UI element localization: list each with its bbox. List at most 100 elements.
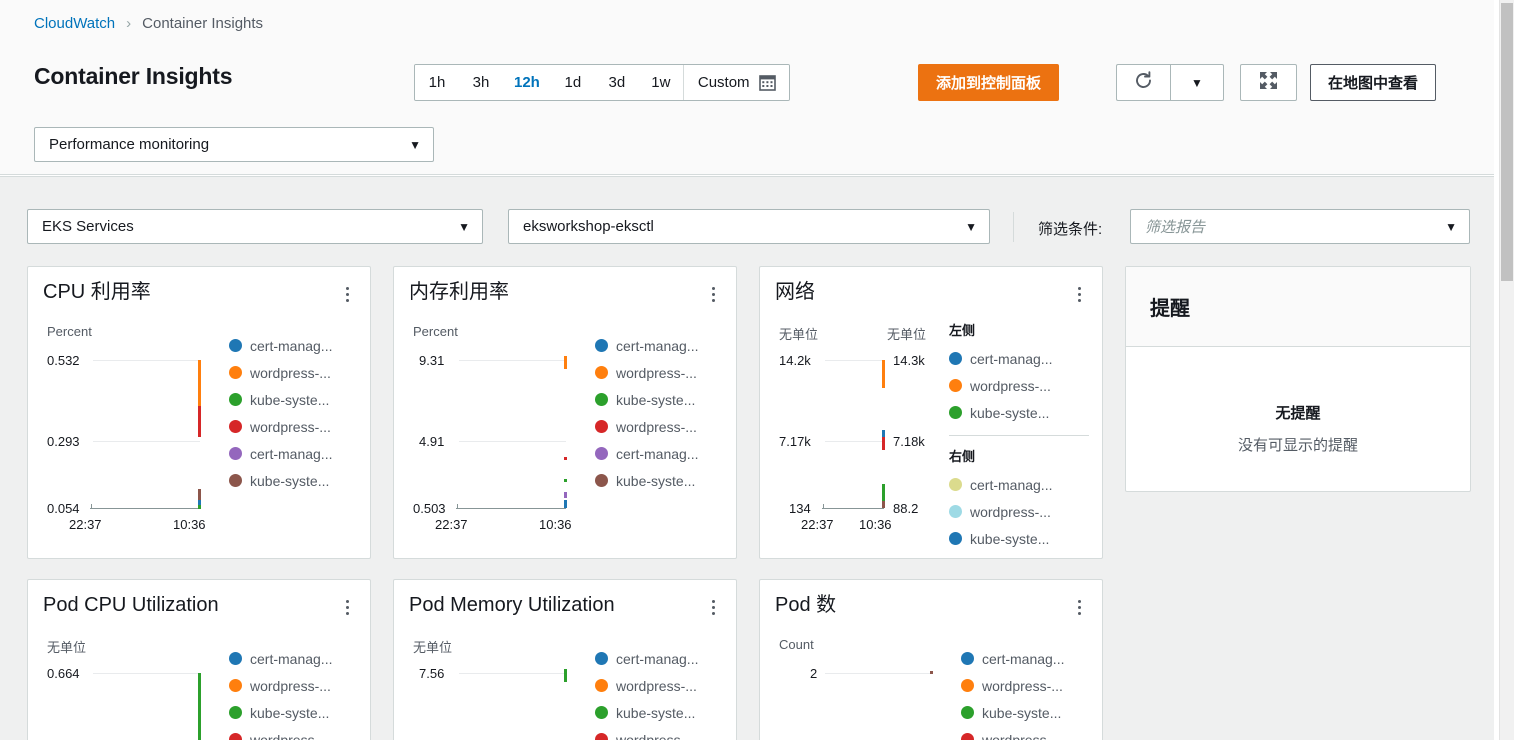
legend-label: wordpress-... xyxy=(250,677,331,694)
legend-item[interactable]: wordpress-... xyxy=(595,359,725,386)
series-dot-green xyxy=(564,479,567,482)
chart-plot: Percent 0.532 0.293 0.054 22:37 10:36 ce… xyxy=(28,304,370,544)
legend-label: wordpress-... xyxy=(616,677,697,694)
legend-label: cert-manag... xyxy=(616,337,699,354)
legend-item[interactable]: kube-syste... xyxy=(229,467,359,494)
y-tick-0: 9.31 xyxy=(419,353,445,368)
widget-menu-button[interactable] xyxy=(1070,284,1088,304)
service-type-select[interactable]: EKS Services ▼ xyxy=(27,209,483,244)
legend-label: kube-syste... xyxy=(970,530,1050,547)
widget-menu-button[interactable] xyxy=(338,597,356,617)
widget-menu-button[interactable] xyxy=(1070,597,1088,617)
legend-item[interactable]: wordpress-... xyxy=(595,413,725,440)
refresh-button[interactable] xyxy=(1116,64,1170,101)
series-dot-brown xyxy=(930,671,933,674)
time-range-1d[interactable]: 1d xyxy=(550,65,595,100)
time-range-3d[interactable]: 3d xyxy=(594,65,639,100)
breadcrumb-cloudwatch[interactable]: CloudWatch xyxy=(34,15,115,32)
legend-label: cert-manag... xyxy=(970,350,1053,367)
legend-item[interactable]: cert-manag... xyxy=(595,440,725,467)
legend-swatch-icon xyxy=(595,706,608,719)
y-axis-unit: 无单位 xyxy=(47,640,87,655)
y-axis-unit: 无单位 xyxy=(413,640,453,655)
view-on-map-button[interactable]: 在地图中查看 xyxy=(1310,64,1437,101)
gridline-top xyxy=(825,673,932,674)
filter-label: 筛选条件: xyxy=(1038,221,1103,238)
legend-item[interactable]: kube-syste... xyxy=(949,399,1089,426)
legend-item[interactable]: kube-syste... xyxy=(949,525,1089,552)
widget-pod-count: Pod 数 Count 2 cert-manag... wordpress-..… xyxy=(759,579,1103,740)
legend-item[interactable]: kube-syste... xyxy=(961,699,1091,726)
y-axis-unit: Percent xyxy=(47,324,92,339)
cluster-select[interactable]: eksworkshop-eksctl ▼ xyxy=(508,209,990,244)
widget-header: CPU 利用率 xyxy=(28,267,370,304)
legend-item[interactable]: wordpress-... xyxy=(949,498,1089,525)
legend-swatch-icon xyxy=(961,706,974,719)
legend-item[interactable]: wordpress-... xyxy=(229,413,359,440)
legend-item[interactable]: cert-manag... xyxy=(961,645,1091,672)
legend-swatch-icon xyxy=(949,478,962,491)
add-to-dashboard-button[interactable]: 添加到控制面板 xyxy=(918,64,1060,101)
chart-legend: cert-manag... wordpress-... kube-syste..… xyxy=(595,645,725,740)
widget-memory-utilization: 内存利用率 Percent 9.31 4.91 0.503 22:37 10:3… xyxy=(393,266,737,559)
legend-item[interactable]: cert-manag... xyxy=(229,645,359,672)
chart-plot: 无单位 0.664 cert-manag... wordpress-... ku… xyxy=(28,617,370,740)
widget-header: Pod Memory Utilization xyxy=(394,580,736,617)
refresh-options-button[interactable]: ▼ xyxy=(1170,64,1224,101)
widget-title: Pod Memory Utilization xyxy=(409,594,615,616)
legend-label: wordpress-... xyxy=(970,377,1051,394)
x-tick-1: 10:36 xyxy=(173,517,206,532)
x-axis-tick-left xyxy=(91,504,92,509)
legend-item[interactable]: wordpress-... xyxy=(961,672,1091,699)
legend-label: kube-syste... xyxy=(250,391,330,408)
breadcrumb-container-insights: Container Insights xyxy=(142,15,264,32)
scrollbar-thumb[interactable] xyxy=(1501,3,1513,281)
legend-swatch-icon xyxy=(229,474,242,487)
page-header: CloudWatch › Container Insights Containe… xyxy=(0,0,1494,175)
time-range-selector: 1h 3h 12h 1d 3d 1w Custom xyxy=(414,64,790,101)
time-range-12h[interactable]: 12h xyxy=(503,65,551,100)
legend-item[interactable]: cert-manag... xyxy=(595,645,725,672)
legend-item[interactable]: wordpress-... xyxy=(595,672,725,699)
expand-button[interactable] xyxy=(1240,64,1297,101)
series-spike-blue xyxy=(564,500,567,508)
time-range-custom[interactable]: Custom xyxy=(682,65,789,100)
legend-item[interactable]: kube-syste... xyxy=(595,467,725,494)
legend-item[interactable]: wordpress-... xyxy=(229,672,359,699)
calendar-icon xyxy=(758,74,776,91)
widget-menu-button[interactable] xyxy=(338,284,356,304)
chart-legend: cert-manag... wordpress-... kube-syste..… xyxy=(595,332,725,494)
chart-plot: Percent 9.31 4.91 0.503 22:37 10:36 cert… xyxy=(394,304,736,544)
time-range-1w[interactable]: 1w xyxy=(638,65,683,100)
chart-legend: cert-manag... wordpress-... kube-syste..… xyxy=(961,645,1091,740)
legend-item[interactable]: cert-manag... xyxy=(949,471,1089,498)
time-range-3h[interactable]: 3h xyxy=(459,65,503,100)
legend-item[interactable]: wordpress-... xyxy=(595,726,725,740)
legend-item[interactable]: cert-manag... xyxy=(595,332,725,359)
legend-item[interactable]: kube-syste... xyxy=(595,386,725,413)
legend-item[interactable]: cert-manag... xyxy=(229,440,359,467)
legend-item[interactable]: cert-manag... xyxy=(229,332,359,359)
chart-plot: 无单位 7.56 cert-manag... wordpress-... kub… xyxy=(394,617,736,740)
legend-item[interactable]: wordpress-... xyxy=(229,726,359,740)
y-tick-right-1: 7.18k xyxy=(893,434,925,449)
report-filter-select[interactable]: 筛选报告 ▼ xyxy=(1130,209,1470,244)
dashboard-type-select[interactable]: Performance monitoring ▼ xyxy=(34,127,434,162)
legend-item[interactable]: wordpress-... xyxy=(961,726,1091,740)
y-tick-right-0: 14.3k xyxy=(893,353,925,368)
legend-item[interactable]: kube-syste... xyxy=(229,699,359,726)
legend-item[interactable]: wordpress-... xyxy=(229,359,359,386)
legend-item[interactable]: cert-manag... xyxy=(949,345,1089,372)
legend-item[interactable]: wordpress-... xyxy=(949,372,1089,399)
legend-label: wordpress-... xyxy=(616,364,697,381)
widget-menu-button[interactable] xyxy=(704,597,722,617)
page-scrollbar[interactable] xyxy=(1499,0,1514,740)
legend-item[interactable]: kube-syste... xyxy=(595,699,725,726)
time-range-1h[interactable]: 1h xyxy=(415,65,459,100)
y-tick-1: 0.293 xyxy=(47,434,80,449)
refresh-icon xyxy=(1133,70,1154,96)
x-axis-tick-left xyxy=(823,504,824,509)
legend-item[interactable]: kube-syste... xyxy=(229,386,359,413)
widget-menu-button[interactable] xyxy=(704,284,722,304)
legend-swatch-icon xyxy=(595,733,608,740)
